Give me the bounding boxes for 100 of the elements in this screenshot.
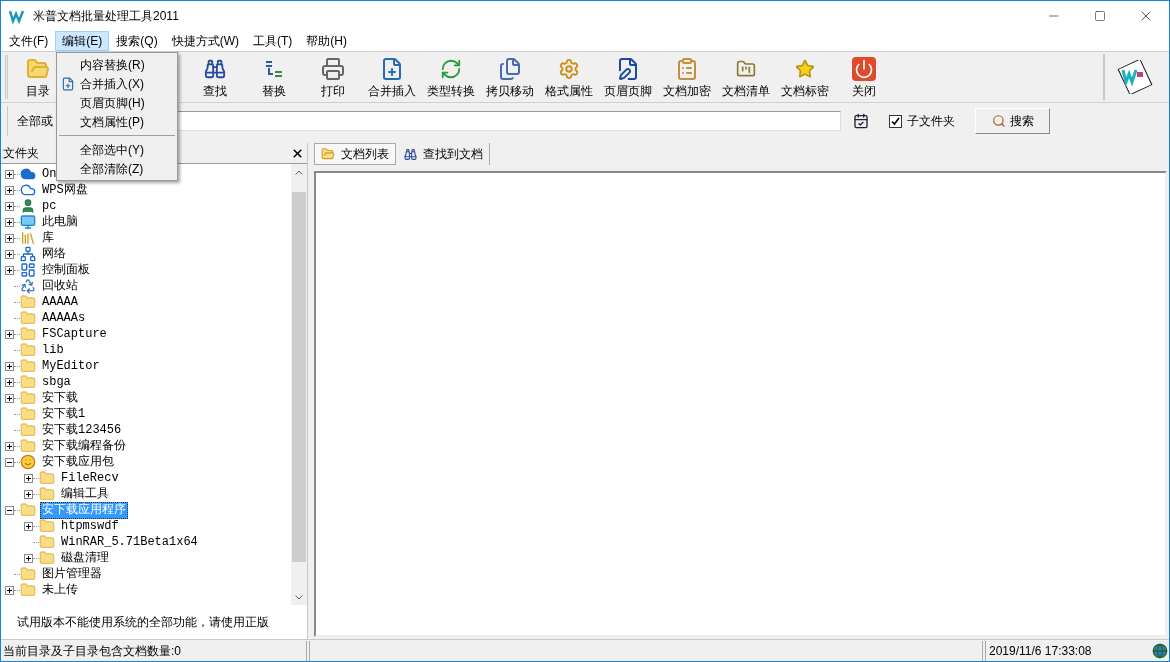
expand-icon[interactable] xyxy=(5,185,14,195)
scroll-up-icon[interactable] xyxy=(295,169,303,175)
tree-item[interactable]: AAAAAs xyxy=(40,309,88,327)
tree-item[interactable]: 控制面板 xyxy=(40,261,92,279)
tree-item[interactable]: 回收站 xyxy=(40,277,80,295)
maximize-icon xyxy=(1094,10,1106,22)
folder-icon xyxy=(20,390,36,406)
menu-item[interactable]: 搜索(Q) xyxy=(109,31,165,51)
tree-item[interactable]: 安下载123456 xyxy=(40,421,124,439)
folder-icon xyxy=(39,534,55,550)
subfolders-checkbox[interactable] xyxy=(889,114,902,128)
menu-item[interactable]: 编辑(E) xyxy=(55,31,110,51)
toolbar-button[interactable]: 文档清单 xyxy=(716,53,775,101)
document-count-status: 当前目录及子目录包含文档数量:0 xyxy=(1,640,307,661)
monitor-icon xyxy=(20,214,36,230)
toolbar-button[interactable]: 文档标密 xyxy=(775,53,834,101)
tree-item[interactable]: 图片管理器 xyxy=(40,565,104,583)
menu-entry[interactable]: 全部选中(Y) xyxy=(57,140,177,159)
expand-icon[interactable] xyxy=(5,393,14,403)
scrollbar[interactable] xyxy=(291,164,307,605)
pane-title: 文件夹 xyxy=(3,145,39,162)
expand-icon[interactable] xyxy=(5,249,14,259)
folder-icon xyxy=(20,342,36,358)
tree-item[interactable]: 安下载1 xyxy=(40,405,88,423)
smiley-icon xyxy=(20,454,36,470)
tree-item[interactable]: 安下载 xyxy=(40,389,80,407)
folder-icon xyxy=(20,294,36,310)
expand-icon[interactable] xyxy=(5,233,14,243)
tree-item[interactable]: sbga xyxy=(40,373,73,391)
calendar-check-icon[interactable] xyxy=(853,113,869,129)
tree-item[interactable]: AAAAA xyxy=(40,293,80,311)
toolbar-button[interactable]: 目录 xyxy=(8,53,67,101)
toolbar-button[interactable]: 替换 xyxy=(244,53,303,101)
scroll-down-icon[interactable] xyxy=(295,594,303,600)
menu-item[interactable]: 帮助(H) xyxy=(299,31,354,51)
toolbar-button[interactable]: 类型转换 xyxy=(421,53,480,101)
checkbox-label: 子文件夹 xyxy=(907,113,955,130)
menu-item[interactable]: 工具(T) xyxy=(246,31,300,51)
menu-item[interactable]: 快捷方式(W) xyxy=(164,31,246,51)
expand-icon[interactable] xyxy=(5,169,14,179)
tab[interactable]: 文档列表 xyxy=(314,143,396,165)
expand-icon[interactable] xyxy=(5,585,14,595)
tree-item[interactable]: MyEditor xyxy=(40,357,102,375)
tree-item[interactable]: 安下载编程备份 xyxy=(40,437,128,455)
cloud-icon xyxy=(20,182,36,198)
tree-item[interactable]: htpmswdf xyxy=(59,517,121,535)
menu-item[interactable]: 文件(F) xyxy=(2,31,56,51)
collapse-icon[interactable] xyxy=(5,457,14,467)
trial-notice: 试用版本不能使用系统的全部功能，请使用正版 xyxy=(17,614,269,631)
folder-icon xyxy=(39,470,55,486)
tree-item[interactable]: 网络 xyxy=(40,245,68,263)
expand-icon[interactable] xyxy=(5,377,14,387)
expand-icon[interactable] xyxy=(24,473,33,483)
tree-item[interactable]: 安下载应用包 xyxy=(40,453,116,471)
expand-icon[interactable] xyxy=(5,329,14,339)
toolbar-button[interactable]: 格式属性 xyxy=(539,53,598,101)
tree-item[interactable]: 磁盘清理 xyxy=(59,549,111,567)
expand-icon[interactable] xyxy=(5,265,14,275)
tree-item[interactable]: 此电脑 xyxy=(40,213,80,231)
binoculars-icon xyxy=(404,147,417,161)
tree-item[interactable]: 库 xyxy=(40,229,56,247)
tree-item[interactable]: pc xyxy=(40,197,59,215)
folder-icon xyxy=(25,56,50,81)
tree-item[interactable]: WPS网盘 xyxy=(40,181,90,199)
folder-icon xyxy=(20,374,36,390)
folder-icon xyxy=(321,147,335,161)
tree-item[interactable]: 编辑工具 xyxy=(59,485,111,503)
collapse-icon[interactable] xyxy=(5,505,14,515)
toolbar-button[interactable]: 合并插入 xyxy=(362,53,421,101)
control-panel-icon xyxy=(20,262,36,278)
tree-item[interactable]: WinRAR_5.71Beta1x64 xyxy=(59,533,200,551)
toolbar-button[interactable]: 查找 xyxy=(185,53,244,101)
folder-icon xyxy=(20,406,36,422)
menu-entry[interactable]: 全部清除(Z) xyxy=(57,159,177,178)
expand-icon[interactable] xyxy=(24,521,33,531)
expand-icon[interactable] xyxy=(5,361,14,371)
gear-icon xyxy=(557,57,580,80)
tree-item[interactable]: FSCapture xyxy=(40,325,109,343)
search-icon xyxy=(991,114,1006,128)
tree-item[interactable]: 未上传 xyxy=(40,581,80,599)
tree-item[interactable]: lib xyxy=(40,341,66,359)
expand-icon[interactable] xyxy=(24,489,33,499)
menu-entry[interactable]: 文档属性(P) xyxy=(57,112,177,131)
tree-item[interactable]: On xyxy=(40,165,59,183)
folder-icon xyxy=(20,310,36,326)
printer-icon xyxy=(320,56,345,81)
toolbar-button[interactable]: 拷贝移动 xyxy=(480,53,539,101)
search-label: 全部或 xyxy=(17,113,53,130)
expand-icon[interactable] xyxy=(5,201,14,211)
toolbar-button[interactable]: 页眉页脚 xyxy=(598,53,657,101)
expand-icon[interactable] xyxy=(24,553,33,563)
expand-icon[interactable] xyxy=(5,441,14,451)
expand-icon[interactable] xyxy=(5,217,14,227)
toolbar-button[interactable]: 文档加密 xyxy=(657,53,716,101)
tab[interactable]: 查找到文档 xyxy=(398,143,490,165)
folder-icon xyxy=(20,582,36,598)
search-button[interactable]: 搜索 xyxy=(975,108,1050,134)
tree-item[interactable]: FileRecv xyxy=(59,469,121,487)
toolbar-button[interactable]: 关闭 xyxy=(834,53,893,101)
toolbar-button[interactable]: 打印 xyxy=(303,53,362,101)
